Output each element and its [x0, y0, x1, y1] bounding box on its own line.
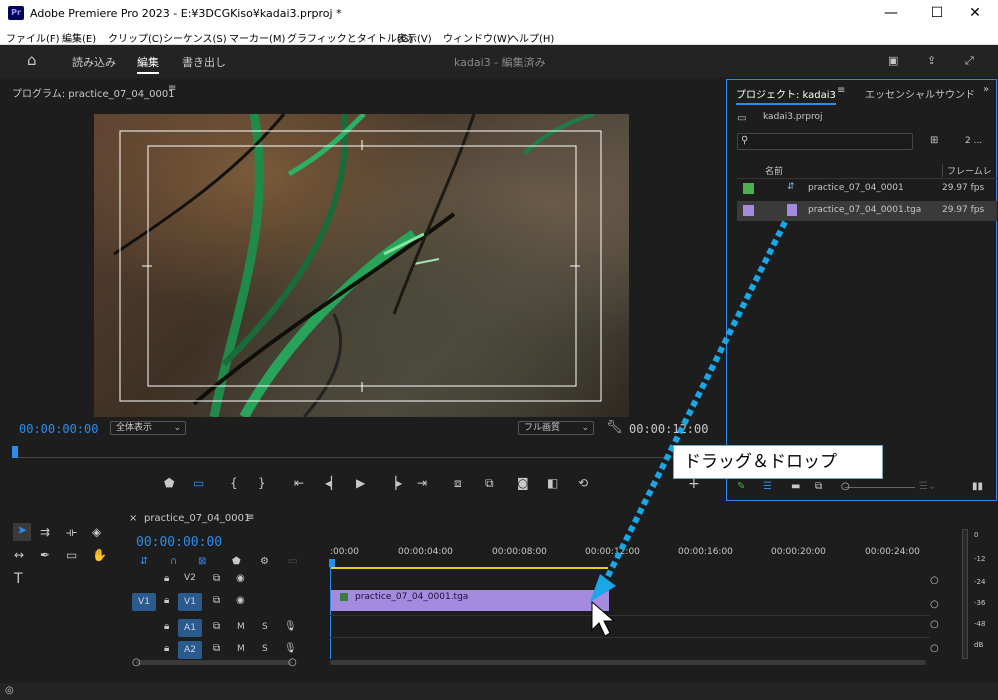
arrow-head-icon	[590, 574, 616, 602]
mouse-cursor-icon	[591, 600, 616, 637]
drag-drop-callout: ドラッグ＆ドロップ	[673, 445, 883, 479]
drag-arrow-annotation	[590, 220, 788, 637]
drag-path-line	[599, 220, 788, 590]
